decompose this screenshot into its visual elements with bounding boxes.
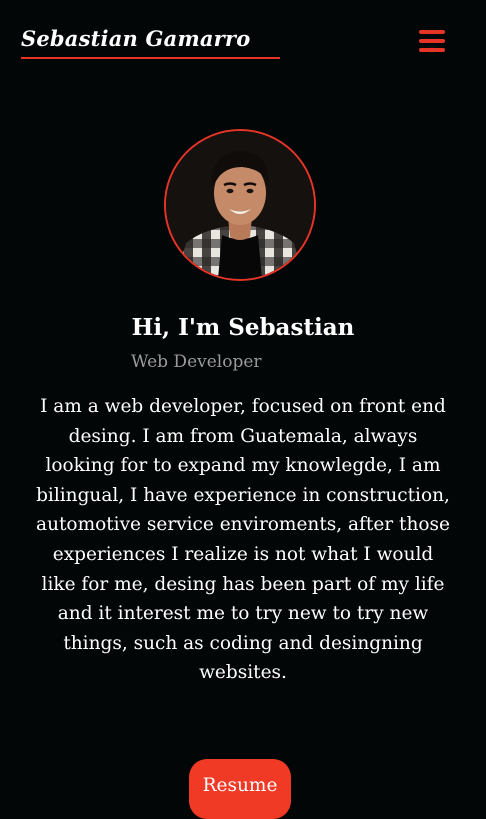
profile-avatar — [164, 129, 316, 281]
menu-bar — [419, 39, 445, 43]
avatar-portrait — [166, 131, 314, 279]
profile-role: Web Developer — [131, 352, 262, 372]
profile-bio: I am a web developer, focused on front e… — [36, 396, 450, 684]
profile-name: Hi, I'm Sebastian — [131, 314, 355, 341]
hamburger-menu-icon[interactable] — [417, 28, 447, 56]
menu-bar — [419, 48, 445, 52]
logo-underline — [21, 57, 280, 59]
resume-button[interactable]: Resume — [189, 759, 291, 819]
menu-bar — [419, 30, 445, 34]
site-logo[interactable]: Sebastian Gamarro — [21, 26, 250, 51]
